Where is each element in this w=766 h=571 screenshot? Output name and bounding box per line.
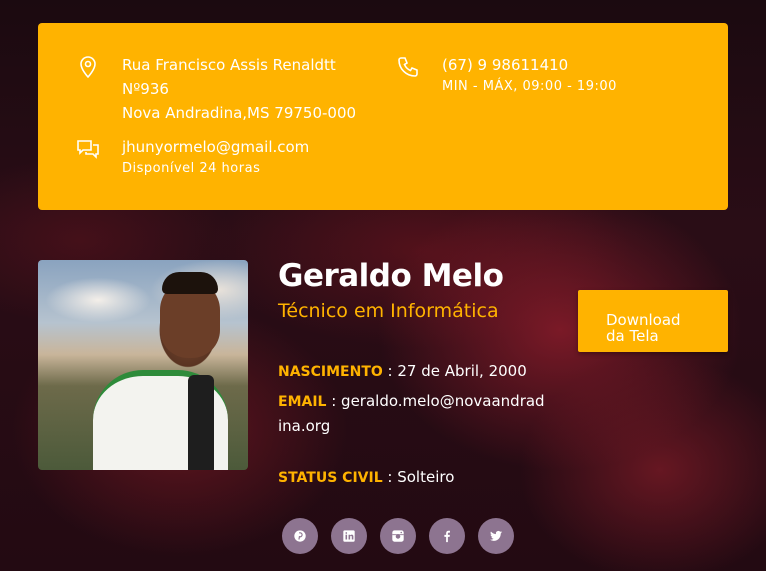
instagram-icon[interactable]	[380, 518, 416, 554]
contact-phone: (67) 9 98611410 MIN - MÁX, 09:00 - 19:00	[396, 53, 617, 97]
social-links	[282, 518, 514, 554]
status-value: : Solteiro	[382, 468, 455, 486]
download-button[interactable]: Download da Tela	[578, 290, 728, 352]
phone-number[interactable]: (67) 9 98611410	[442, 53, 617, 77]
facebook-icon[interactable]	[429, 518, 465, 554]
phone-hours: MIN - MÁX, 09:00 - 19:00	[442, 79, 617, 94]
pinterest-icon[interactable]	[282, 518, 318, 554]
email-label: EMAIL	[278, 394, 327, 410]
contact-address: Rua Francisco Assis Renaldtt Nº936 Nova …	[76, 53, 356, 125]
profile-role: Técnico em Informática	[278, 300, 499, 322]
phone-icon	[396, 55, 420, 79]
birth-info: NASCIMENTO : 27 de Abril, 2000	[278, 359, 527, 384]
location-pin-icon	[76, 55, 100, 79]
linkedin-icon[interactable]	[331, 518, 367, 554]
contact-email: jhunyormelo@gmail.com Disponível 24 hora…	[76, 135, 309, 179]
address-line-2: Nº936	[122, 80, 169, 98]
birth-label: NASCIMENTO	[278, 364, 383, 380]
profile-photo	[38, 260, 248, 470]
twitter-icon[interactable]	[478, 518, 514, 554]
address-line-1: Rua Francisco Assis Renaldtt	[122, 56, 336, 74]
email-availability: Disponível 24 horas	[122, 161, 261, 176]
birth-value: : 27 de Abril, 2000	[382, 362, 527, 380]
contact-card: Rua Francisco Assis Renaldtt Nº936 Nova …	[38, 23, 728, 210]
profile-name: Geraldo Melo	[278, 258, 504, 294]
status-label: STATUS CIVIL	[278, 470, 383, 486]
status-info: STATUS CIVIL : Solteiro	[278, 465, 454, 490]
chat-bubbles-icon	[76, 137, 100, 161]
email-address[interactable]: jhunyormelo@gmail.com	[122, 135, 309, 159]
email-info: EMAIL : geraldo.melo@novaandradina.org	[278, 389, 548, 438]
address-line-3: Nova Andradina,MS 79750-000	[122, 104, 357, 122]
